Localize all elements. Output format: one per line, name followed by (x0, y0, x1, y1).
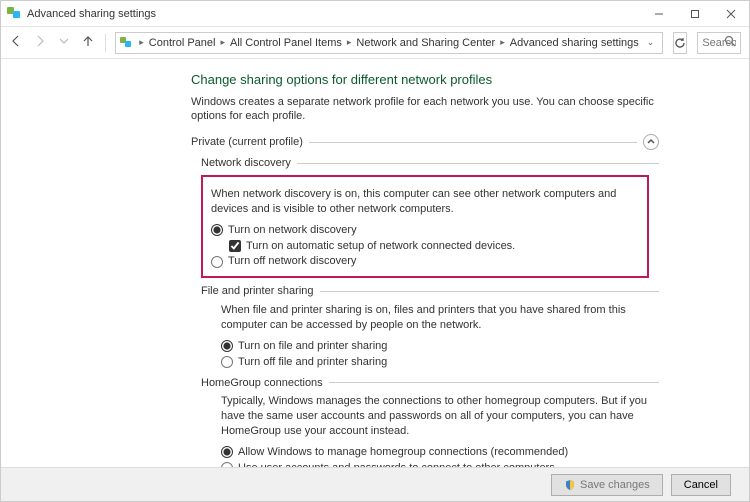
checkbox-input[interactable] (229, 240, 241, 252)
radio-input[interactable] (221, 340, 233, 352)
option-label: Turn off file and printer sharing (238, 355, 387, 370)
radio-input[interactable] (221, 356, 233, 368)
option-label: Turn on automatic setup of network conne… (246, 239, 515, 254)
subsection-homegroup: HomeGroup connections (201, 376, 659, 391)
description-text: When network discovery is on, this compu… (211, 187, 639, 217)
navbar: ▸ Control Panel ▸ All Control Panel Item… (1, 27, 749, 59)
radio-input[interactable] (221, 446, 233, 458)
checkbox-auto-setup[interactable]: Turn on automatic setup of network conne… (229, 239, 639, 254)
subsection-label: File and printer sharing (201, 284, 314, 299)
collapse-icon[interactable] (643, 134, 659, 150)
breadcrumb[interactable]: Control Panel (147, 37, 218, 49)
radio-discovery-on[interactable]: Turn on network discovery (211, 223, 639, 238)
option-label: Turn on file and printer sharing (238, 339, 387, 354)
close-button[interactable] (713, 1, 749, 27)
save-changes-button[interactable]: Save changes (551, 474, 663, 496)
highlighted-region: When network discovery is on, this compu… (201, 175, 649, 278)
page-intro: Windows creates a separate network profi… (191, 95, 659, 125)
radio-input[interactable] (211, 256, 223, 268)
divider (320, 291, 659, 292)
option-label: Turn on network discovery (228, 223, 357, 238)
up-button[interactable] (81, 34, 95, 51)
subsection-network-discovery: Network discovery (201, 156, 659, 171)
breadcrumb[interactable]: Advanced sharing settings (508, 37, 641, 49)
chevron-right-icon[interactable]: ▸ (219, 37, 226, 48)
chevron-right-icon[interactable]: ▸ (346, 37, 353, 48)
content-area: Change sharing options for different net… (1, 59, 749, 467)
search-icon[interactable] (724, 35, 736, 50)
radio-hg-allow[interactable]: Allow Windows to manage homegroup connec… (221, 445, 659, 460)
search-box[interactable] (697, 32, 741, 54)
divider (297, 163, 659, 164)
option-label: Turn off network discovery (228, 254, 356, 269)
button-label: Cancel (684, 479, 718, 491)
radio-fps-on[interactable]: Turn on file and printer sharing (221, 339, 659, 354)
address-dropdown[interactable]: ⌄ (643, 37, 659, 48)
back-button[interactable] (9, 34, 23, 51)
description-text: Typically, Windows manages the connectio… (221, 394, 659, 439)
divider (329, 382, 659, 383)
subsection-file-printer-sharing: File and printer sharing (201, 284, 659, 299)
page-heading: Change sharing options for different net… (191, 71, 659, 89)
titlebar: Advanced sharing settings (1, 1, 749, 27)
description-text: When file and printer sharing is on, fil… (221, 303, 659, 333)
chevron-right-icon[interactable]: ▸ (138, 37, 145, 48)
control-panel-icon (7, 7, 21, 21)
option-label: Allow Windows to manage homegroup connec… (238, 445, 568, 460)
subsection-label: HomeGroup connections (201, 376, 323, 391)
control-panel-icon (120, 36, 134, 50)
forward-button (33, 34, 47, 51)
section-label: Private (current profile) (191, 135, 303, 150)
divider (309, 142, 637, 143)
chevron-right-icon[interactable]: ▸ (499, 37, 506, 48)
section-private[interactable]: Private (current profile) (191, 134, 659, 150)
minimize-button[interactable] (641, 1, 677, 27)
recent-dropdown[interactable] (57, 34, 71, 51)
cancel-button[interactable]: Cancel (671, 474, 731, 496)
breadcrumb[interactable]: All Control Panel Items (228, 37, 344, 49)
breadcrumb[interactable]: Network and Sharing Center (354, 37, 497, 49)
radio-input[interactable] (211, 224, 223, 236)
footer-bar: Save changes Cancel (1, 467, 749, 501)
address-bar[interactable]: ▸ Control Panel ▸ All Control Panel Item… (115, 32, 663, 54)
radio-discovery-off[interactable]: Turn off network discovery (211, 254, 639, 269)
maximize-button[interactable] (677, 1, 713, 27)
subsection-label: Network discovery (201, 156, 291, 171)
window-title: Advanced sharing settings (27, 8, 156, 20)
refresh-button[interactable] (673, 32, 687, 54)
button-label: Save changes (580, 479, 650, 491)
radio-fps-off[interactable]: Turn off file and printer sharing (221, 355, 659, 370)
shield-icon (564, 479, 576, 491)
